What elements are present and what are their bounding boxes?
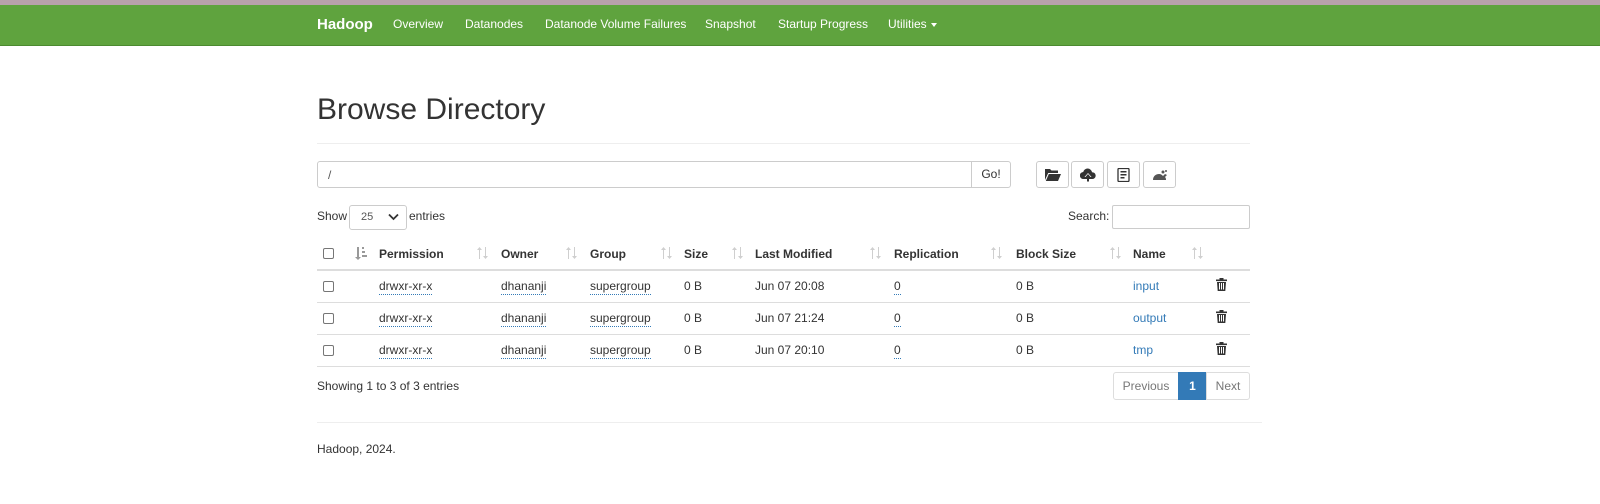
search-label: Search:	[1068, 209, 1110, 223]
trash-icon[interactable]	[1216, 310, 1227, 323]
nav-startup-progress[interactable]: Startup Progress	[778, 5, 868, 46]
row-divider	[317, 366, 1250, 367]
cell-last-modified: Jun 07 20:10	[755, 343, 825, 357]
row-checkbox[interactable]	[323, 281, 334, 292]
header-last-modified[interactable]: Last Modified	[755, 247, 832, 261]
cell-last-modified: Jun 07 21:24	[755, 311, 825, 325]
cell-size: 0 B	[684, 343, 703, 357]
row-checkbox[interactable]	[323, 313, 334, 324]
sort-both-icon[interactable]	[732, 246, 743, 260]
header-replication[interactable]: Replication	[894, 247, 959, 261]
page-length-select[interactable]: 25	[349, 205, 407, 230]
chevron-down-icon	[388, 213, 399, 221]
sort-both-icon[interactable]	[870, 246, 881, 260]
cut-button[interactable]	[1107, 161, 1140, 188]
table-header-divider	[317, 269, 1250, 271]
sort-both-icon[interactable]	[991, 246, 1002, 260]
row-divider	[317, 302, 1250, 303]
directory-path-input[interactable]	[317, 161, 972, 188]
cell-size: 0 B	[684, 279, 703, 293]
header-group[interactable]: Group	[590, 247, 626, 261]
pagination-next[interactable]: Next	[1206, 372, 1250, 400]
cell-size: 0 B	[684, 311, 703, 325]
trash-icon[interactable]	[1216, 278, 1227, 291]
header-owner[interactable]: Owner	[501, 247, 538, 261]
cell-name-link[interactable]: output	[1133, 311, 1166, 325]
page-length-value: 25	[361, 211, 374, 223]
pagination-previous[interactable]: Previous	[1113, 372, 1179, 400]
sort-ascending-icon[interactable]	[354, 246, 368, 260]
cell-permission[interactable]: drwxr-xr-x	[379, 311, 433, 327]
sort-both-icon[interactable]	[477, 246, 488, 260]
cell-owner[interactable]: dhananji	[501, 279, 547, 295]
nav-overview[interactable]: Overview	[393, 5, 443, 46]
create-directory-button[interactable]	[1036, 161, 1069, 188]
cell-replication[interactable]: 0	[894, 311, 901, 327]
select-all-checkbox[interactable]	[323, 248, 334, 259]
nav-utilities-label: Utilities	[888, 17, 927, 31]
sort-both-icon[interactable]	[661, 246, 672, 260]
book-icon	[1117, 167, 1130, 182]
nav-datanode-volume-failures[interactable]: Datanode Volume Failures	[545, 5, 686, 46]
nav-datanodes[interactable]: Datanodes	[465, 5, 523, 46]
upload-files-button[interactable]	[1071, 161, 1104, 188]
table-info: Showing 1 to 3 of 3 entries	[317, 379, 460, 393]
brand-link[interactable]: Hadoop	[317, 5, 373, 46]
caret-down-icon	[930, 22, 937, 27]
cell-block-size: 0 B	[1016, 279, 1035, 293]
cell-group[interactable]: supergroup	[590, 343, 651, 359]
sort-both-icon[interactable]	[566, 246, 577, 260]
go-button[interactable]: Go!	[971, 161, 1011, 188]
row-divider	[317, 334, 1250, 335]
divider	[317, 143, 1250, 144]
navbar: Hadoop Overview Datanodes Datanode Volum…	[0, 5, 1600, 46]
cell-permission[interactable]: drwxr-xr-x	[379, 343, 433, 359]
cell-name-link[interactable]: tmp	[1133, 343, 1153, 357]
footer-divider	[317, 422, 1262, 423]
cell-block-size: 0 B	[1016, 343, 1035, 357]
show-label: Show	[317, 209, 348, 223]
upload-cloud-icon	[1079, 168, 1096, 182]
page-title: Browse Directory	[317, 93, 546, 126]
search-input[interactable]	[1112, 205, 1250, 229]
cell-owner[interactable]: dhananji	[501, 311, 547, 327]
cell-owner[interactable]: dhananji	[501, 343, 547, 359]
header-permission[interactable]: Permission	[379, 247, 444, 261]
trash-icon[interactable]	[1216, 342, 1227, 355]
sort-both-icon[interactable]	[1192, 246, 1203, 260]
cell-group[interactable]: supergroup	[590, 279, 651, 295]
folder-open-icon	[1044, 169, 1061, 181]
cell-replication[interactable]: 0	[894, 343, 901, 359]
nav-snapshot[interactable]: Snapshot	[705, 5, 756, 46]
cell-name-link[interactable]: input	[1133, 279, 1159, 293]
header-name[interactable]: Name	[1133, 247, 1166, 261]
nav-utilities-dropdown[interactable]: Utilities	[888, 5, 937, 46]
footer-text: Hadoop, 2024.	[317, 442, 396, 456]
cell-group[interactable]: supergroup	[590, 311, 651, 327]
cut-paste-icon	[1152, 169, 1167, 180]
entries-label: entries	[409, 209, 446, 223]
row-checkbox[interactable]	[323, 345, 334, 356]
pagination-page-1[interactable]: 1	[1178, 372, 1207, 400]
header-size[interactable]: Size	[684, 247, 708, 261]
paste-button[interactable]	[1143, 161, 1176, 188]
cell-block-size: 0 B	[1016, 311, 1035, 325]
cell-permission[interactable]: drwxr-xr-x	[379, 279, 433, 295]
header-block-size[interactable]: Block Size	[1016, 247, 1076, 261]
sort-both-icon[interactable]	[1110, 246, 1121, 260]
cell-replication[interactable]: 0	[894, 279, 901, 295]
cell-last-modified: Jun 07 20:08	[755, 279, 825, 293]
